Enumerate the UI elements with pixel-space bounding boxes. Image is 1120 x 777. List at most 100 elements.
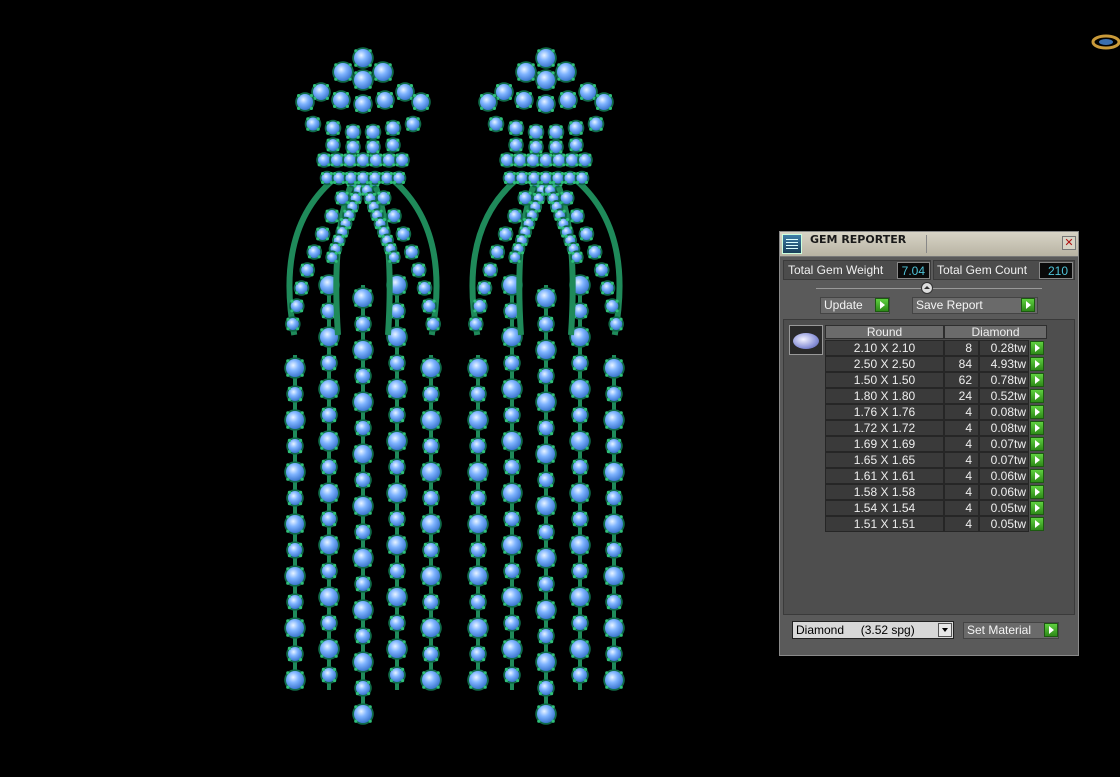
column-header-round[interactable]: Round <box>825 325 944 339</box>
gem-prong <box>509 138 513 142</box>
gem-prong <box>355 380 359 384</box>
gem-prong <box>395 153 399 157</box>
table-row[interactable]: 1.51 X 1.51 4 0.05tw <box>825 516 1047 532</box>
green-arrow-icon[interactable] <box>1030 485 1044 499</box>
gem-prong <box>426 317 430 321</box>
table-row[interactable]: 2.10 X 2.10 8 0.28tw <box>825 340 1047 356</box>
gem-prong <box>286 373 290 377</box>
gem-prong <box>435 594 439 599</box>
gem-prong <box>388 498 392 502</box>
gem-prong <box>482 386 486 390</box>
gem-prong <box>517 602 521 606</box>
gem-prong <box>618 450 622 454</box>
table-row[interactable]: 1.54 X 1.54 4 0.05tw <box>825 500 1047 516</box>
table-row[interactable]: 1.76 X 1.76 4 0.08tw <box>825 404 1047 420</box>
table-row[interactable]: 2.50 X 2.50 84 4.93tw <box>825 356 1047 372</box>
gem-prong <box>300 477 304 481</box>
gem-prong <box>366 153 370 157</box>
gem-prong <box>335 209 339 213</box>
gem-prong <box>436 619 440 623</box>
gem-prong <box>538 96 542 100</box>
gem-prong <box>565 163 569 167</box>
gem-prong <box>287 606 291 610</box>
set-material-go-icon[interactable] <box>1044 623 1058 637</box>
green-arrow-icon[interactable] <box>1030 341 1044 355</box>
gem-prong <box>299 490 303 494</box>
gem-prong <box>423 594 427 599</box>
save-report-go-icon[interactable] <box>1021 298 1035 312</box>
gem-prong <box>537 63 541 67</box>
gem-prong <box>606 490 611 494</box>
panel-titlebar[interactable]: GEM REPORTER ✕ <box>780 232 1078 257</box>
gem-prong <box>321 303 325 307</box>
green-arrow-icon[interactable] <box>1030 357 1044 371</box>
gem-prong <box>538 316 543 320</box>
gem-prong <box>299 299 304 303</box>
green-arrow-icon[interactable] <box>1030 469 1044 483</box>
gem-reporter-panel: GEM REPORTER ✕ Total Gem Weight 7.04 Tot… <box>779 231 1079 656</box>
gem-prong <box>572 627 577 631</box>
gem-prong <box>436 477 440 481</box>
gem-prong <box>585 550 589 554</box>
gem-prong <box>334 536 338 540</box>
gem-prong <box>571 484 575 488</box>
gem-prong <box>619 515 623 519</box>
gem-prong <box>588 153 592 157</box>
green-arrow-icon[interactable] <box>1030 405 1044 419</box>
gem-prong <box>508 227 512 231</box>
total-gem-weight-label: Total Gem Weight <box>788 263 884 277</box>
column-header-diamond[interactable]: Diamond <box>944 325 1047 339</box>
table-row[interactable]: 1.65 X 1.65 4 0.07tw <box>825 452 1047 468</box>
green-arrow-icon[interactable] <box>1030 501 1044 515</box>
gem-prong <box>584 315 588 319</box>
gem-prong <box>320 328 324 332</box>
slider-handle[interactable] <box>921 282 933 294</box>
green-arrow-icon[interactable] <box>1030 389 1044 403</box>
gem-prong <box>503 484 507 488</box>
gem-prong <box>608 106 613 110</box>
gem-size-cell: 1.50 X 1.50 <box>825 372 944 388</box>
save-report-button[interactable]: Save Report <box>912 297 1038 314</box>
table-row[interactable]: 1.69 X 1.69 4 0.07tw <box>825 436 1047 452</box>
gem-prong <box>325 84 329 88</box>
chevron-down-icon[interactable] <box>938 623 952 637</box>
green-arrow-icon[interactable] <box>1030 453 1044 467</box>
gem-prong <box>504 627 508 631</box>
update-go-icon[interactable] <box>875 298 889 312</box>
table-row[interactable]: 1.58 X 1.58 4 0.06tw <box>825 484 1047 500</box>
green-arrow-icon[interactable] <box>1030 437 1044 451</box>
gem-prong <box>321 180 325 184</box>
green-arrow-icon[interactable] <box>1030 421 1044 435</box>
gem-prong <box>355 680 359 685</box>
green-arrow-icon[interactable] <box>1030 517 1044 531</box>
gem-prong <box>487 281 491 285</box>
gem-prong <box>537 667 541 671</box>
gem-prong <box>537 209 541 213</box>
green-arrow-icon[interactable] <box>1030 373 1044 387</box>
gem-prong <box>585 446 589 450</box>
gem-prong <box>330 163 334 167</box>
gem-prong <box>537 497 541 501</box>
gem-prong <box>423 398 427 402</box>
table-row[interactable]: 1.72 X 1.72 4 0.08tw <box>825 420 1047 436</box>
gem-prong <box>538 108 542 112</box>
gem-prong <box>354 407 358 411</box>
table-row[interactable]: 1.80 X 1.80 24 0.52tw <box>825 388 1047 404</box>
gem-prong <box>354 719 358 723</box>
material-select[interactable]: Diamond (3.52 spg) <box>792 621 954 639</box>
gem-prong <box>584 419 588 423</box>
gem-prong <box>416 117 420 121</box>
gem-prong <box>537 85 541 89</box>
gem-prong <box>551 497 555 501</box>
round-diamond-icon[interactable] <box>789 325 823 355</box>
gem-prong <box>333 575 337 579</box>
gem-prong <box>321 615 325 620</box>
table-row[interactable]: 1.61 X 1.61 4 0.06tw <box>825 468 1047 484</box>
gem-prong <box>619 359 623 363</box>
gem-prong <box>547 192 551 196</box>
gem-prong <box>300 411 304 415</box>
gem-prong <box>435 398 439 402</box>
gem-prong <box>402 276 406 280</box>
close-icon[interactable]: ✕ <box>1062 236 1076 250</box>
table-row[interactable]: 1.50 X 1.50 62 0.78tw <box>825 372 1047 388</box>
